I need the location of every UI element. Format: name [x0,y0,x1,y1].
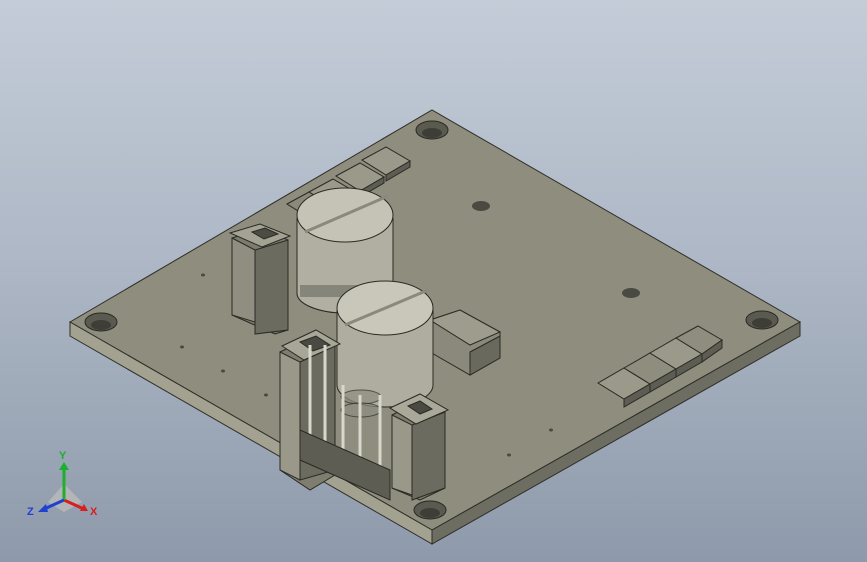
view-orientation-triad[interactable]: X Y Z [26,448,106,522]
y-axis-arrow [59,462,69,470]
z-axis-label: Z [27,506,34,518]
z-axis-arrow [38,504,48,512]
x-axis-label: X [90,506,98,518]
connector-left[interactable] [228,223,292,335]
y-axis-label: Y [59,450,67,462]
connector-right[interactable] [388,393,450,501]
pcb-model[interactable] [0,0,867,562]
graphics-viewport[interactable]: X Y Z [0,0,867,562]
